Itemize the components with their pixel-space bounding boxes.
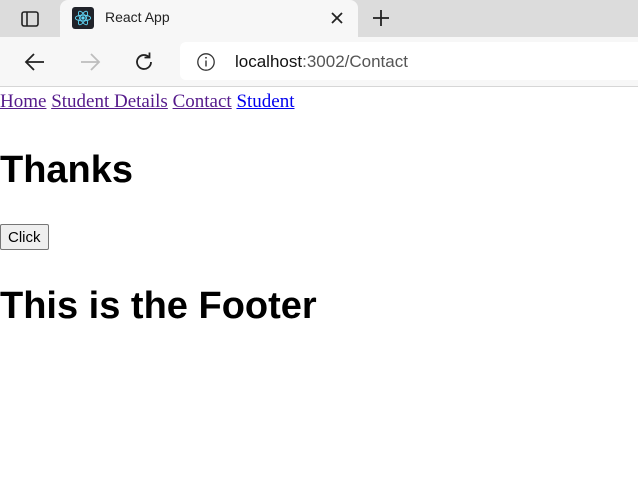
info-icon[interactable] bbox=[196, 52, 216, 72]
nav-link-contact[interactable]: Contact bbox=[173, 91, 232, 112]
nav-link-home[interactable]: Home bbox=[0, 91, 46, 112]
tab-title: React App bbox=[105, 9, 170, 25]
nav-links: Home Student Details Contact Student bbox=[0, 91, 295, 113]
url-text: localhost:3002/Contact bbox=[235, 52, 408, 72]
click-button[interactable]: Click bbox=[0, 224, 49, 250]
nav-link-student[interactable]: Student bbox=[236, 91, 294, 112]
browser-tabstrip: React App bbox=[0, 0, 638, 37]
plus-icon[interactable] bbox=[369, 6, 393, 30]
footer-heading: This is the Footer bbox=[0, 285, 317, 327]
address-bar[interactable]: localhost:3002/Contact bbox=[180, 42, 638, 80]
react-logo-icon bbox=[72, 7, 94, 29]
forward-arrow-icon[interactable] bbox=[77, 49, 103, 75]
url-host: localhost bbox=[235, 52, 303, 71]
page-heading: Thanks bbox=[0, 149, 134, 191]
tab-actions-icon[interactable] bbox=[14, 8, 46, 30]
page-content: Home Student Details Contact Student Tha… bbox=[0, 87, 638, 486]
reload-icon[interactable] bbox=[131, 49, 157, 75]
close-icon[interactable] bbox=[328, 9, 346, 27]
browser-toolbar: localhost:3002/Contact bbox=[0, 37, 638, 87]
browser-tab[interactable]: React App bbox=[60, 0, 358, 37]
back-arrow-icon[interactable] bbox=[22, 49, 48, 75]
nav-link-student-details[interactable]: Student Details bbox=[51, 91, 168, 112]
url-path: :3002/Contact bbox=[302, 52, 408, 71]
